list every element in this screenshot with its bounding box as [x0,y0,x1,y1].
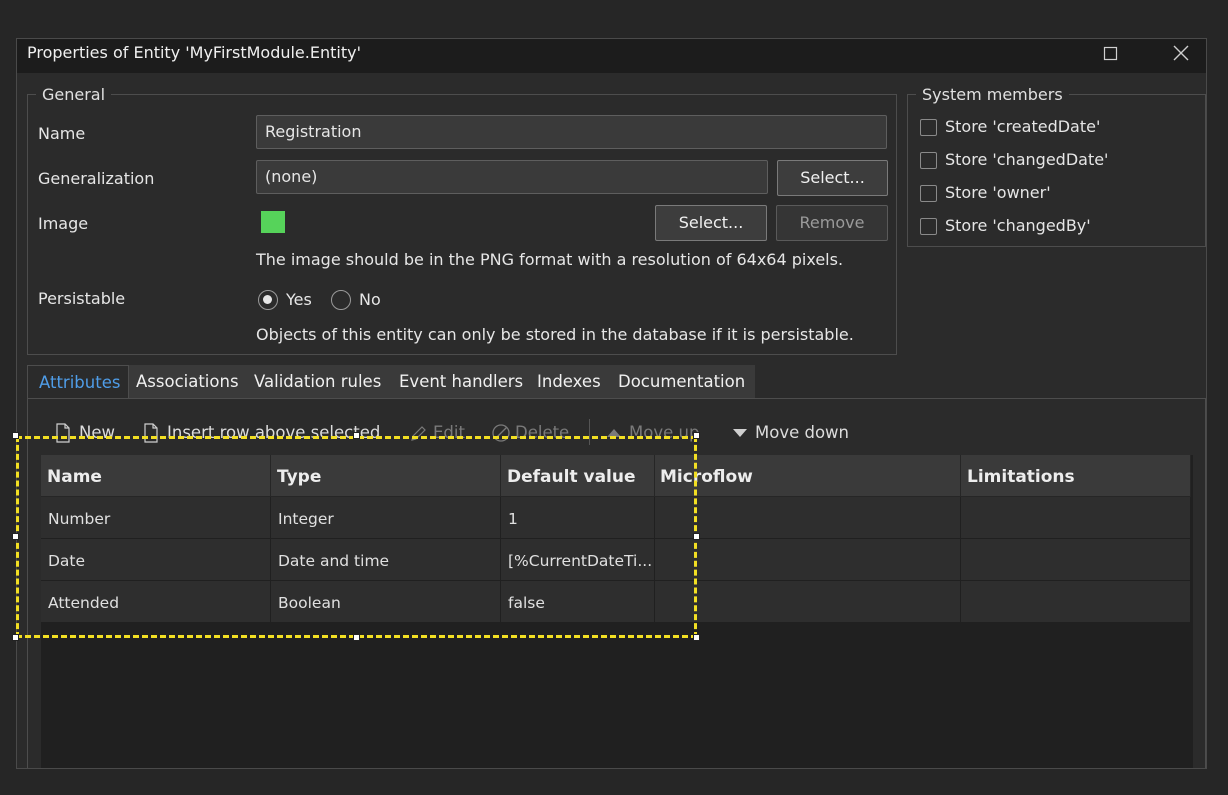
table-cell[interactable]: false [501,581,655,623]
move-up-button-label: Move up [629,423,700,442]
image-preview [261,211,285,233]
resize-handle[interactable] [12,634,19,641]
image-select-button[interactable]: Select... [655,205,767,241]
image-remove-button[interactable]: Remove [776,205,888,241]
toolbar-separator [589,419,590,445]
column-header-type[interactable]: Type [271,455,501,497]
entity-properties-dialog: Properties of Entity 'MyFirstModule.Enti… [16,38,1207,769]
name-input[interactable]: Registration [256,115,887,149]
generalization-field: (none) [256,160,768,194]
square-icon [1103,46,1118,61]
persistable-no-label[interactable]: No [359,290,381,309]
image-label: Image [38,214,89,233]
persistable-no-radio[interactable] [331,290,351,310]
persistable-hint: Objects of this entity can only be store… [256,325,854,344]
table-cell[interactable]: Integer [271,497,501,539]
close-button[interactable] [1167,41,1195,67]
triangle-down-icon [733,429,747,437]
column-header-microflow[interactable]: Microflow [655,455,961,497]
insert-row-button-label: Insert row above selected [167,423,381,442]
tab-associations[interactable]: Associations [136,365,239,399]
resize-handle[interactable] [353,432,360,439]
table-cell[interactable] [961,581,1191,623]
resize-handle[interactable] [693,533,700,540]
resize-handle[interactable] [12,432,19,439]
table-cell[interactable] [655,581,961,623]
tab-documentation[interactable]: Documentation [618,365,745,399]
dialog-title: Properties of Entity 'MyFirstModule.Enti… [27,43,361,62]
persistable-yes-radio[interactable] [258,290,278,310]
maximize-button[interactable] [1097,41,1125,67]
store-owner-checkbox[interactable] [920,185,937,202]
tab-event-handlers[interactable]: Event handlers [399,365,523,399]
table-cell[interactable]: Boolean [271,581,501,623]
store-changed-by-label[interactable]: Store 'changedBy' [945,216,1091,235]
table-cell[interactable] [961,497,1191,539]
store-changed-date-label[interactable]: Store 'changedDate' [945,150,1108,169]
resize-handle[interactable] [12,533,19,540]
column-header-limitations[interactable]: Limitations [961,455,1191,497]
resize-handle[interactable] [353,634,360,641]
table-cell[interactable] [655,497,961,539]
name-label: Name [38,124,86,143]
insert-document-icon [144,423,158,443]
table-cell[interactable]: Date [41,539,271,581]
attributes-table: Name Type Default value Microflow Limita… [41,455,1193,768]
table-cell[interactable]: Attended [41,581,271,623]
tab-attributes[interactable]: Attributes [27,365,129,399]
store-changed-date-checkbox[interactable] [920,152,937,169]
new-document-icon [56,423,70,443]
new-button-label: New [79,423,115,442]
persistable-yes-label[interactable]: Yes [286,290,312,309]
triangle-up-icon [607,429,621,437]
generalization-select-button[interactable]: Select... [777,160,888,196]
store-changed-by-checkbox[interactable] [920,218,937,235]
title-bar: Properties of Entity 'MyFirstModule.Enti… [17,39,1206,73]
table-cell[interactable]: 1 [501,497,655,539]
system-members-legend: System members [922,85,1063,104]
general-legend: General [42,85,106,104]
image-hint: The image should be in the PNG format wi… [256,250,844,269]
table-cell[interactable]: [%CurrentDateTi... [501,539,655,581]
store-owner-label[interactable]: Store 'owner' [945,183,1051,202]
tab-indexes[interactable]: Indexes [537,365,601,399]
tab-validation-rules[interactable]: Validation rules [254,365,381,399]
resize-handle[interactable] [693,432,700,439]
edit-button-label: Edit [433,423,465,442]
table-cell[interactable] [655,539,961,581]
store-created-date-checkbox[interactable] [920,119,937,136]
table-cell[interactable]: Number [41,497,271,539]
store-created-date-label[interactable]: Store 'createdDate' [945,117,1100,136]
persistable-label: Persistable [38,289,126,308]
tab-bar: Attributes Associations Validation rules… [27,365,755,399]
table-cell[interactable] [961,539,1191,581]
column-header-name[interactable]: Name [41,455,271,497]
resize-handle[interactable] [693,634,700,641]
prohibited-icon [492,424,510,442]
close-icon [1173,45,1189,61]
delete-button-label: Delete [515,423,570,442]
generalization-label: Generalization [38,169,155,188]
move-down-button-label: Move down [755,423,850,442]
column-header-default-value[interactable]: Default value [501,455,655,497]
table-cell[interactable]: Date and time [271,539,501,581]
pencil-icon [411,426,426,441]
